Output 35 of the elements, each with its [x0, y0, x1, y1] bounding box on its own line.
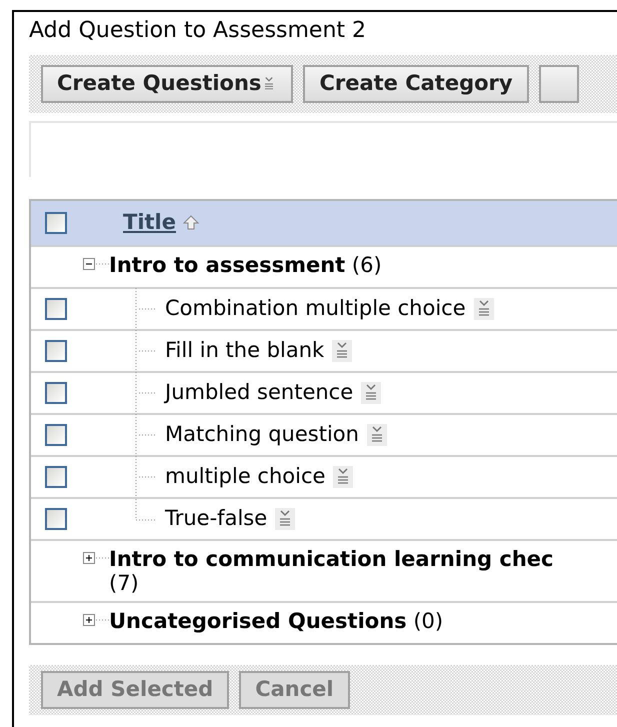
question-title: Combination multiple choice: [165, 295, 466, 322]
menu-icon[interactable]: [361, 382, 382, 404]
tree-branch-icon: [135, 372, 157, 414]
expand-icon[interactable]: [83, 613, 109, 627]
toolbar-button[interactable]: Create Category: [303, 65, 529, 103]
menu-icon[interactable]: [275, 508, 296, 530]
tree-branch-icon: [135, 414, 157, 456]
tree-branch-icon: [135, 330, 157, 372]
title-column-link[interactable]: Title: [123, 207, 176, 239]
category-title: Uncategorised Questions (0): [109, 609, 444, 633]
checkbox[interactable]: [45, 466, 67, 488]
checkbox[interactable]: [45, 424, 67, 446]
checkbox[interactable]: [45, 382, 67, 404]
up-arrow-icon[interactable]: [182, 214, 200, 232]
question-title: True-false: [165, 505, 268, 532]
menu-icon[interactable]: [474, 298, 494, 320]
menu-icon[interactable]: [366, 424, 387, 446]
tree-branch-icon: [135, 288, 157, 330]
question-title: Fill in the blank: [165, 337, 324, 364]
menu-icon[interactable]: [332, 340, 352, 362]
checkbox[interactable]: [45, 212, 67, 234]
question-title: Jumbled sentence: [165, 379, 354, 406]
toolbar-button[interactable]: [538, 65, 579, 103]
question-title: multiple choice: [165, 463, 326, 490]
checkbox[interactable]: [45, 508, 67, 530]
collapse-icon[interactable]: [83, 257, 109, 271]
checkbox[interactable]: [45, 340, 67, 362]
question-title: Matching question: [165, 421, 359, 448]
dialog-title: Add Question to Assessment 2: [29, 17, 368, 45]
menu-icon[interactable]: [333, 466, 354, 488]
checkbox[interactable]: [45, 298, 67, 320]
category-title: Intro to assessment (6): [109, 253, 383, 277]
category-title: Intro to communication learning chec (7): [109, 547, 554, 595]
expand-icon[interactable]: [83, 551, 109, 565]
toolbar-button[interactable]: Create Questions: [41, 65, 294, 103]
